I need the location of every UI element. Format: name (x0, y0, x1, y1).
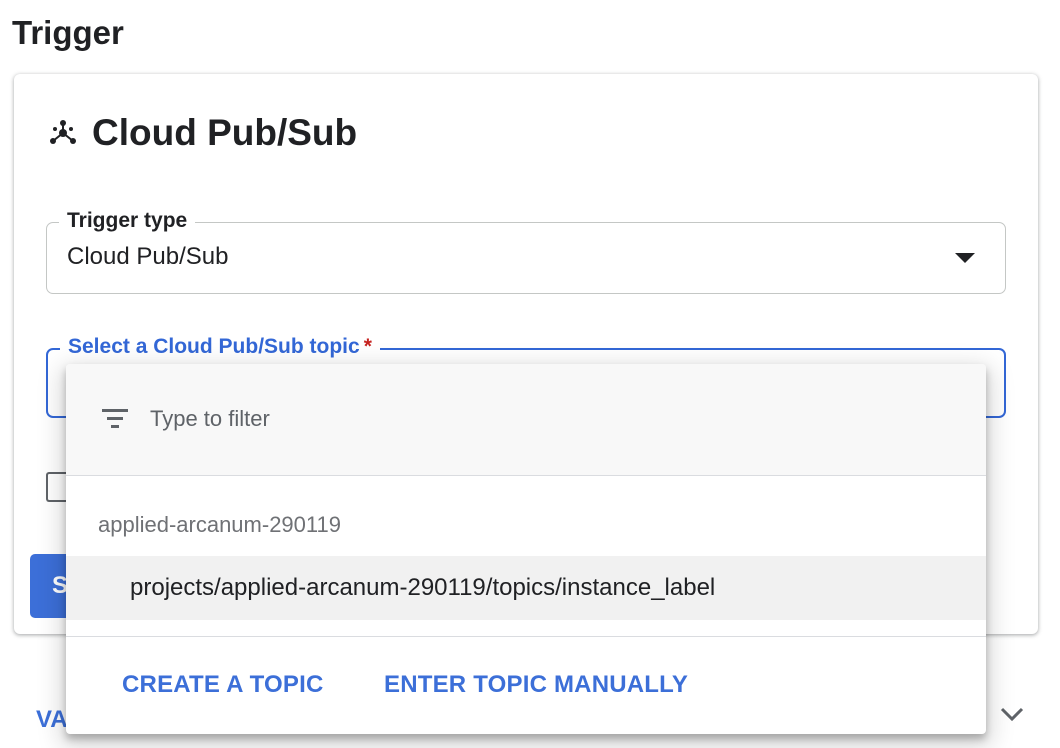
topic-dropdown-panel: applied-arcanum-290119 projects/applied-… (66, 364, 986, 734)
dropdown-footer: CREATE A TOPIC ENTER TOPIC MANUALLY (66, 636, 986, 734)
create-topic-button[interactable]: CREATE A TOPIC (122, 671, 323, 699)
required-marker: * (363, 335, 372, 358)
pubsub-icon (50, 120, 76, 144)
card-title: Cloud Pub/Sub (92, 112, 358, 153)
project-group-label: applied-arcanum-290119 (98, 512, 341, 537)
enter-topic-manually-button[interactable]: ENTER TOPIC MANUALLY (384, 671, 688, 699)
topic-option-label: projects/applied-arcanum-290119/topics/i… (130, 574, 716, 601)
filter-input[interactable] (150, 404, 850, 434)
card-header: Cloud Pub/Sub (48, 112, 357, 154)
section-title: Trigger (12, 14, 124, 51)
trigger-type-value: Cloud Pub/Sub (67, 243, 229, 270)
topic-option[interactable]: projects/applied-arcanum-290119/topics/i… (66, 556, 986, 620)
dropdown-arrow-icon[interactable] (955, 253, 975, 263)
filter-bar (66, 364, 986, 476)
chevron-down-icon[interactable] (996, 698, 1028, 730)
trigger-type-select[interactable]: Trigger type Cloud Pub/Sub (46, 209, 1006, 294)
variables-section-toggle[interactable]: VA (36, 706, 68, 734)
trigger-type-label: Trigger type (59, 209, 196, 233)
filter-icon (102, 409, 128, 428)
pubsub-topic-label: Select a Cloud Pub/Sub topic * (60, 335, 380, 359)
